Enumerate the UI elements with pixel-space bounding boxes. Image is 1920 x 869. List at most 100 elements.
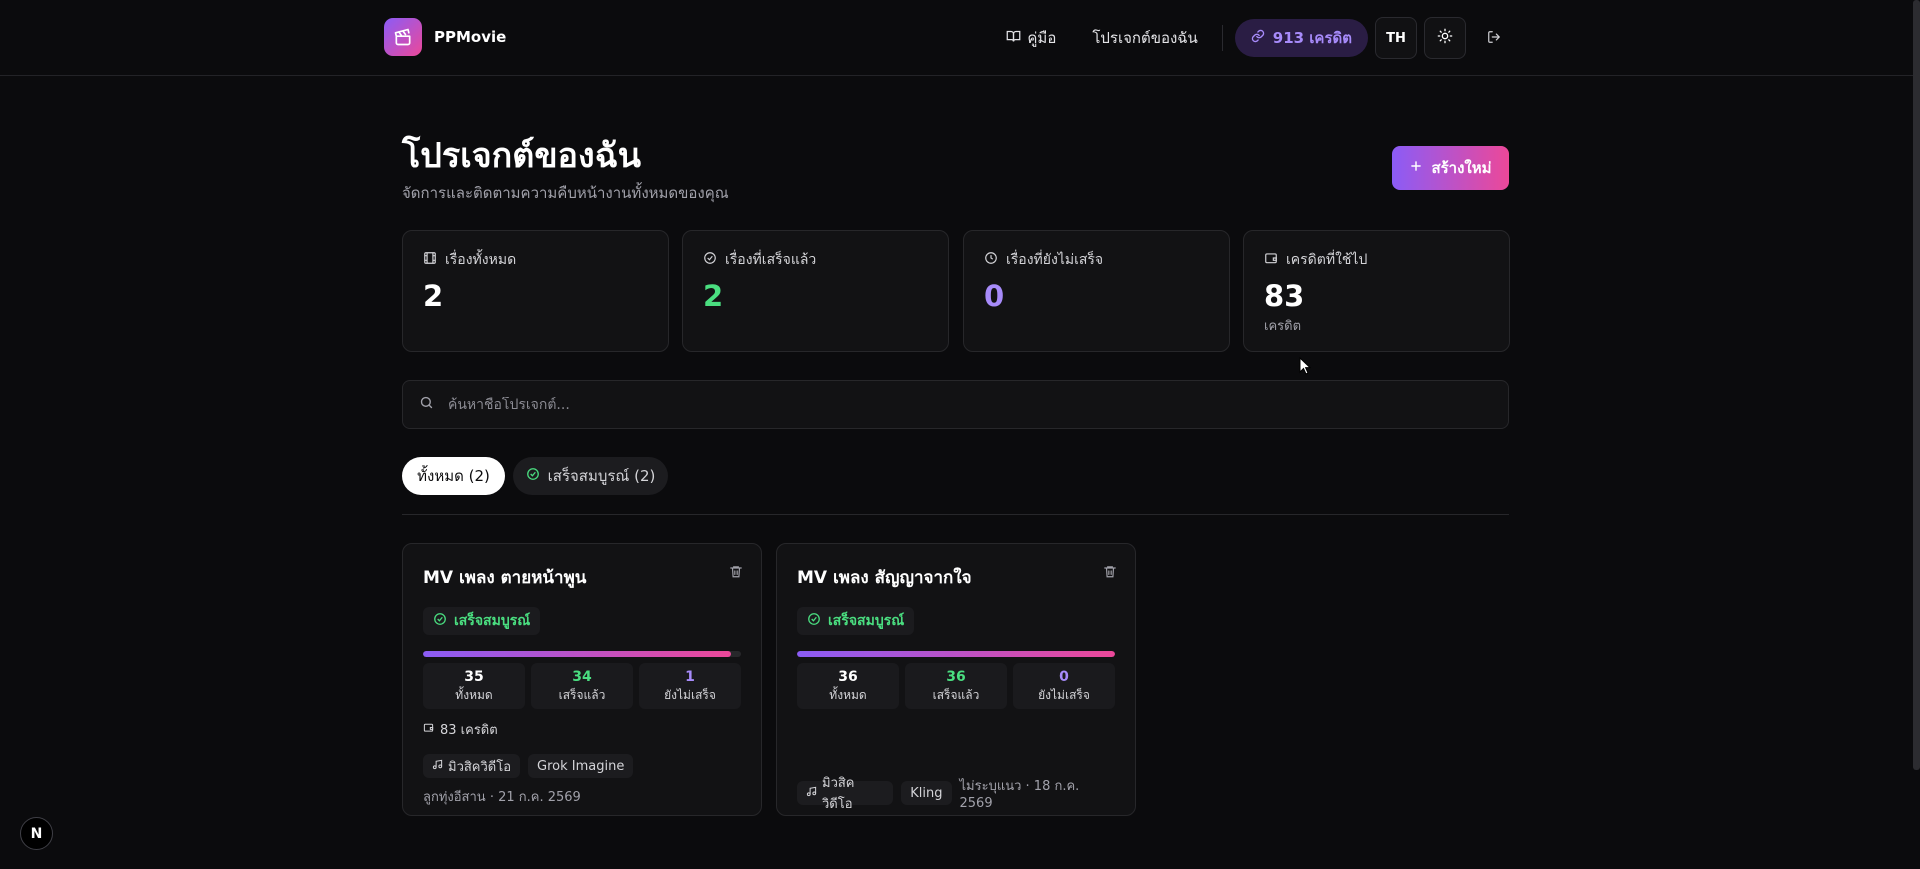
stat-total-label: เรื่องทั้งหมด	[445, 252, 517, 268]
count-total-label: ทั้งหมด	[829, 688, 867, 702]
count-total: 35 ทั้งหมด	[423, 663, 525, 709]
project-meta: ไม่ระบุแนว · 18 ก.ค. 2569	[959, 779, 1080, 811]
page-subtitle: จัดการและติดตามความคืบหน้างานทั้งหมดของค…	[402, 184, 729, 202]
dev-tools-badge[interactable]: N	[20, 817, 53, 850]
count-pending-label: ยังไม่เสร็จ	[1038, 688, 1090, 702]
logout-icon	[1487, 29, 1501, 48]
status-badge: เสร็จสมบูรณ์	[797, 607, 915, 635]
language-button[interactable]: TH	[1375, 17, 1417, 59]
search-input[interactable]	[448, 396, 1448, 413]
scene-counts: 36 ทั้งหมด 36 เสร็จแล้ว 0 ยังไม่เสร็จ	[797, 663, 1115, 709]
brand[interactable]: PPMovie	[384, 18, 506, 56]
count-total: 36 ทั้งหมด	[797, 663, 899, 709]
count-pending: 1 ยังไม่เสร็จ	[639, 663, 741, 709]
project-tags: มิวสิควิดีโอ Grok Imagine	[423, 754, 741, 778]
count-done: 34 เสร็จแล้ว	[531, 663, 633, 709]
stat-credits-unit: เครดิต	[1264, 319, 1302, 334]
scene-counts: 35 ทั้งหมด 34 เสร็จแล้ว 1 ยังไม่เสร็จ	[423, 663, 741, 709]
theme-toggle[interactable]	[1424, 17, 1466, 59]
stat-total: เรื่องทั้งหมด 2	[402, 230, 669, 352]
project-tags: มิวสิควิดีโอ Kling ไม่ระบุแนว · 18 ก.ค. …	[797, 775, 1115, 812]
clock-icon	[984, 251, 998, 269]
nav-divider	[1221, 25, 1223, 51]
stat-incomplete-value: 0	[984, 279, 1005, 313]
sun-icon	[1437, 28, 1453, 48]
progress-fill	[423, 651, 732, 657]
stat-total-value: 2	[423, 279, 444, 313]
credits-balance[interactable]: 913 เครดิต	[1234, 19, 1368, 57]
project-title: MV เพลง สัญญาจากใจ	[797, 568, 972, 588]
count-total-num: 36	[838, 669, 858, 685]
tag-type-label: มิวสิควิดีโอ	[448, 759, 512, 775]
progress-bar	[797, 651, 1115, 657]
tag-type: มิวสิควิดีโอ	[423, 754, 521, 778]
project-title: MV เพลง ตายหน้าพูน	[423, 568, 587, 588]
status-badge: เสร็จสมบูรณ์	[423, 607, 541, 635]
link-icon	[1251, 29, 1265, 47]
tag-model: Kling	[901, 781, 952, 805]
trash-icon[interactable]	[729, 564, 743, 583]
stat-completed-label: เรื่องที่เสร็จแล้ว	[725, 252, 817, 268]
cursor-icon	[1299, 356, 1312, 379]
book-icon	[1006, 29, 1021, 48]
count-done: 36 เสร็จแล้ว	[905, 663, 1007, 709]
status-label: เสร็จสมบูรณ์	[828, 613, 905, 629]
brand-name: PPMovie	[434, 28, 507, 46]
check-circle-icon	[526, 467, 540, 485]
stat-credits-label: เครดิตที่ใช้ไป	[1286, 252, 1368, 268]
count-pending-label: ยังไม่เสร็จ	[664, 688, 716, 702]
tag-type-label: มิวสิควิดีโอ	[822, 776, 855, 812]
check-circle-icon	[703, 251, 717, 269]
project-credits-label: 83 เครดิต	[440, 723, 498, 738]
project-credits: 83 เครดิต	[423, 719, 741, 740]
logout-button[interactable]	[1473, 17, 1515, 59]
trash-icon[interactable]	[1103, 564, 1117, 583]
count-total-num: 35	[464, 669, 484, 685]
progress-fill	[797, 651, 1115, 657]
create-project-button[interactable]: สร้างใหม่	[1392, 146, 1509, 190]
count-done-label: เสร็จแล้ว	[932, 688, 980, 702]
music-note-icon	[806, 786, 817, 801]
create-project-label: สร้างใหม่	[1431, 159, 1492, 177]
wallet-icon	[1264, 251, 1278, 269]
clapperboard-icon	[384, 18, 422, 56]
count-total-label: ทั้งหมด	[455, 688, 493, 702]
project-card[interactable]: MV เพลง สัญญาจากใจ เสร็จสมบูรณ์ 36 ทั้งห…	[776, 543, 1136, 816]
count-done-num: 36	[946, 669, 966, 685]
page-scrollbar[interactable]	[1913, 0, 1920, 770]
search-icon	[419, 395, 434, 414]
count-pending: 0 ยังไม่เสร็จ	[1013, 663, 1115, 709]
nav-actions: คู่มือ โปรเจกต์ของฉัน 913 เครดิต TH	[988, 17, 1515, 59]
stat-credits-used: เครดิตที่ใช้ไป 83 เครดิต	[1243, 230, 1510, 352]
count-done-label: เสร็จแล้ว	[558, 688, 606, 702]
count-done-num: 34	[572, 669, 592, 685]
tag-type: มิวสิควิดีโอ	[797, 776, 894, 812]
check-circle-icon	[807, 612, 821, 630]
wallet-icon	[423, 722, 434, 737]
stat-completed-value: 2	[703, 279, 724, 313]
status-label: เสร็จสมบูรณ์	[454, 613, 531, 629]
tag-model: Grok Imagine	[528, 754, 634, 778]
search-bar	[402, 380, 1509, 429]
credits-balance-label: 913 เครดิต	[1272, 29, 1352, 47]
nav-guide-label: คู่มือ	[1027, 29, 1057, 47]
top-navbar: PPMovie คู่มือ โปรเจกต์ของฉัน 913 เครดิต…	[0, 0, 1920, 76]
music-note-icon	[432, 759, 443, 774]
stat-completed: เรื่องที่เสร็จแล้ว 2	[682, 230, 949, 352]
film-icon	[423, 251, 437, 269]
nav-my-projects[interactable]: โปรเจกต์ของฉัน	[1074, 26, 1215, 50]
nav-my-projects-label: โปรเจกต์ของฉัน	[1092, 29, 1198, 47]
check-circle-icon	[433, 612, 447, 630]
stat-incomplete: เรื่องที่ยังไม่เสร็จ 0	[963, 230, 1230, 352]
project-meta: ลูกทุ่งอีสาน · 21 ก.ค. 2569	[423, 790, 581, 805]
plus-icon	[1409, 159, 1423, 177]
section-divider	[402, 514, 1509, 515]
filter-tab-completed[interactable]: เสร็จสมบูรณ์ (2)	[513, 457, 668, 495]
count-pending-num: 0	[1059, 669, 1069, 685]
nav-guide[interactable]: คู่มือ	[988, 26, 1074, 50]
project-card[interactable]: MV เพลง ตายหน้าพูน เสร็จสมบูรณ์ 35 ทั้งห…	[402, 543, 762, 816]
filter-tab-all[interactable]: ทั้งหมด (2)	[402, 457, 505, 495]
count-pending-num: 1	[685, 669, 695, 685]
stat-incomplete-label: เรื่องที่ยังไม่เสร็จ	[1006, 252, 1104, 268]
stat-credits-value: 83	[1264, 279, 1305, 313]
